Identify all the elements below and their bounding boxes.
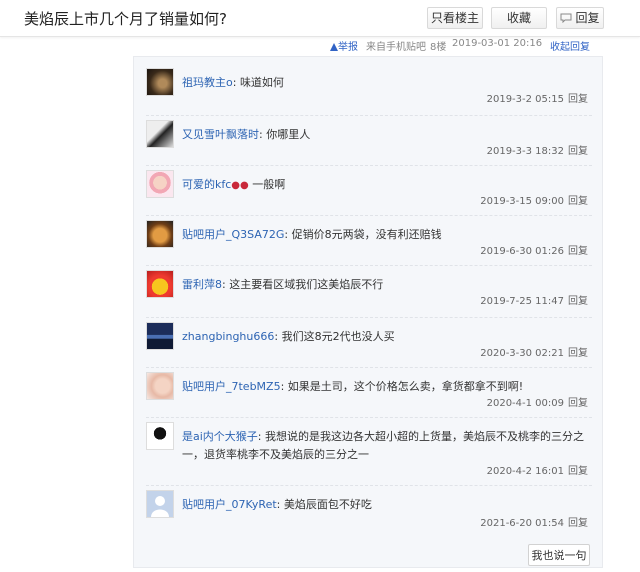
comment-username[interactable]: 贴吧用户_Q3SA72G [182, 228, 284, 241]
avatar[interactable] [146, 422, 174, 450]
comment-divider [146, 115, 592, 116]
comment-username[interactable]: 是ai内个大猴子 [182, 430, 258, 443]
comment-divider [146, 485, 592, 486]
comment-divider [146, 417, 592, 418]
avatar[interactable] [146, 68, 174, 96]
only-op-button[interactable]: 只看楼主 [427, 7, 483, 29]
comment-reply-link[interactable]: 回复 [568, 94, 588, 105]
comment-item: zhangbinghu666: 我们这8元2代也没人买 2020-3-30 02:… [146, 322, 596, 372]
comment-item: 祖玛教主o: 味道如何 2019-3-2 05:15 回复 [146, 68, 596, 118]
comment-username[interactable]: zhangbinghu666 [182, 330, 274, 343]
avatar[interactable] [146, 120, 174, 148]
comment-item: 贴吧用户_07KyRet: 美焰辰面包不好吃 2021-6-20 01:54 回复 [146, 490, 596, 540]
floor-number: 8楼 [430, 42, 447, 53]
comment-time: 2019-6-30 01:26 [480, 246, 564, 257]
report-link[interactable]: 举报 [330, 38, 358, 53]
comment-text: 美焰辰面包不好吃 [283, 498, 372, 511]
comment-line: 贴吧用户_07KyRet: 美焰辰面包不好吃 [182, 498, 372, 511]
comment-icon [560, 13, 572, 23]
collapse-replies-link[interactable]: 收起回复 [550, 38, 590, 53]
cherry-icon: ●● [231, 180, 249, 191]
comment-text: 如果是土司，这个价格怎么卖，拿货都拿不到啊! [287, 380, 524, 393]
avatar[interactable] [146, 220, 174, 248]
comment-text: 味道如何 [239, 76, 284, 89]
post-header: 美焰辰上市几个月了销量如何? 只看楼主 收藏 回复 [0, 0, 640, 37]
comment-text: 一般啊 [252, 178, 286, 191]
comment-text: 促销价8元两袋，没有利还赔钱 [291, 228, 442, 241]
comment-reply-link[interactable]: 回复 [568, 398, 588, 409]
comment-text: 你哪里人 [266, 128, 311, 141]
comment-reply-link[interactable]: 回复 [568, 518, 588, 529]
reply-button-label: 回复 [575, 11, 600, 25]
comment-reply-link[interactable]: 回复 [568, 296, 588, 307]
comment-divider [146, 265, 592, 266]
comment-username[interactable]: 贴吧用户_7tebMZ5 [182, 380, 281, 393]
comment-item: 又见雪叶飘落时: 你哪里人 2019-3-3 18:32 回复 [146, 120, 596, 170]
comment-footer: 2019-6-30 01:26 回复 [480, 242, 588, 257]
comment-divider [146, 367, 592, 368]
client-source: 来自手机贴吧 [366, 42, 426, 53]
comment-item: 是ai内个大猴子: 我想说的是我这边各大超小超的上货量，美焰辰不及桃李的三分之一… [146, 422, 596, 484]
avatar[interactable] [146, 170, 174, 198]
avatar[interactable] [146, 490, 174, 518]
comment-line: 是ai内个大猴子: 我想说的是我这边各大超小超的上货量，美焰辰不及桃李的三分之一… [182, 430, 584, 461]
comment-reply-link[interactable]: 回复 [568, 196, 588, 207]
comment-username[interactable]: 祖玛教主o [182, 76, 233, 89]
comment-reply-link[interactable]: 回复 [568, 146, 588, 157]
comment-item: 贴吧用户_Q3SA72G: 促销价8元两袋，没有利还赔钱 2019-6-30 01… [146, 220, 596, 270]
say-something-button[interactable]: 我也说一句 [528, 544, 590, 566]
page-title: 美焰辰上市几个月了销量如何? [24, 10, 227, 28]
comment-footer: 2020-4-1 00:09 回复 [487, 394, 588, 409]
comment-time: 2020-3-30 02:21 [480, 348, 564, 359]
avatar[interactable] [146, 372, 174, 400]
comment-footer: 2021-6-20 01:54 回复 [480, 514, 588, 529]
comment-time: 2019-3-3 18:32 [486, 146, 564, 157]
comment-item: 雷利萍8: 这主要看区域我们这美焰辰不行 2019-7-25 11:47 回复 [146, 270, 596, 320]
comment-footer: 2020-4-2 16:01 回复 [487, 462, 588, 477]
warning-icon [330, 43, 338, 51]
comment-username[interactable]: 又见雪叶飘落时 [182, 128, 259, 141]
favorite-button[interactable]: 收藏 [491, 7, 547, 29]
comment-footer: 2019-7-25 11:47 回复 [480, 292, 588, 307]
comment-reply-link[interactable]: 回复 [568, 348, 588, 359]
comment-divider [146, 215, 592, 216]
comment-reply-link[interactable]: 回复 [568, 466, 588, 477]
avatar[interactable] [146, 322, 174, 350]
comment-username[interactable]: 雷利萍8 [182, 278, 222, 291]
comment-time: 2019-3-2 05:15 [486, 94, 564, 105]
comment-footer: 2019-3-15 09:00 回复 [480, 192, 588, 207]
floor-meta: 举报 来自手机贴吧 8楼 2019-03-01 20:16 收起回复 [330, 38, 610, 53]
comment-time: 2020-4-1 00:09 [486, 398, 564, 409]
comment-item: 可爱的kfc●● 一般啊 2019-3-15 09:00 回复 [146, 170, 596, 220]
comment-reply-link[interactable]: 回复 [568, 246, 588, 257]
avatar[interactable] [146, 270, 174, 298]
comment-time: 2020-4-2 16:01 [486, 466, 564, 477]
comment-text: 这主要看区域我们这美焰辰不行 [229, 278, 384, 291]
comment-time: 2019-7-25 11:47 [480, 296, 564, 307]
comment-footer: 2019-3-2 05:15 回复 [487, 90, 588, 105]
comment-time: 2021-6-20 01:54 [480, 518, 564, 529]
reply-button[interactable]: 回复 [556, 7, 604, 29]
comment-text: 我们这8元2代也没人买 [281, 330, 395, 343]
comment-divider [146, 165, 592, 166]
comment-username[interactable]: 贴吧用户_07KyRet [182, 498, 277, 511]
comment-footer: 2020-3-30 02:21 回复 [480, 344, 588, 359]
comment-divider [146, 317, 592, 318]
comment-footer: 2019-3-3 18:32 回复 [487, 142, 588, 157]
comment-username[interactable]: 可爱的kfc [182, 178, 231, 191]
comment-time: 2019-3-15 09:00 [480, 196, 564, 207]
comment-item: 贴吧用户_7tebMZ5: 如果是土司，这个价格怎么卖，拿货都拿不到啊! 2020… [146, 372, 596, 422]
floor-time: 2019-03-01 20:16 [452, 38, 543, 49]
